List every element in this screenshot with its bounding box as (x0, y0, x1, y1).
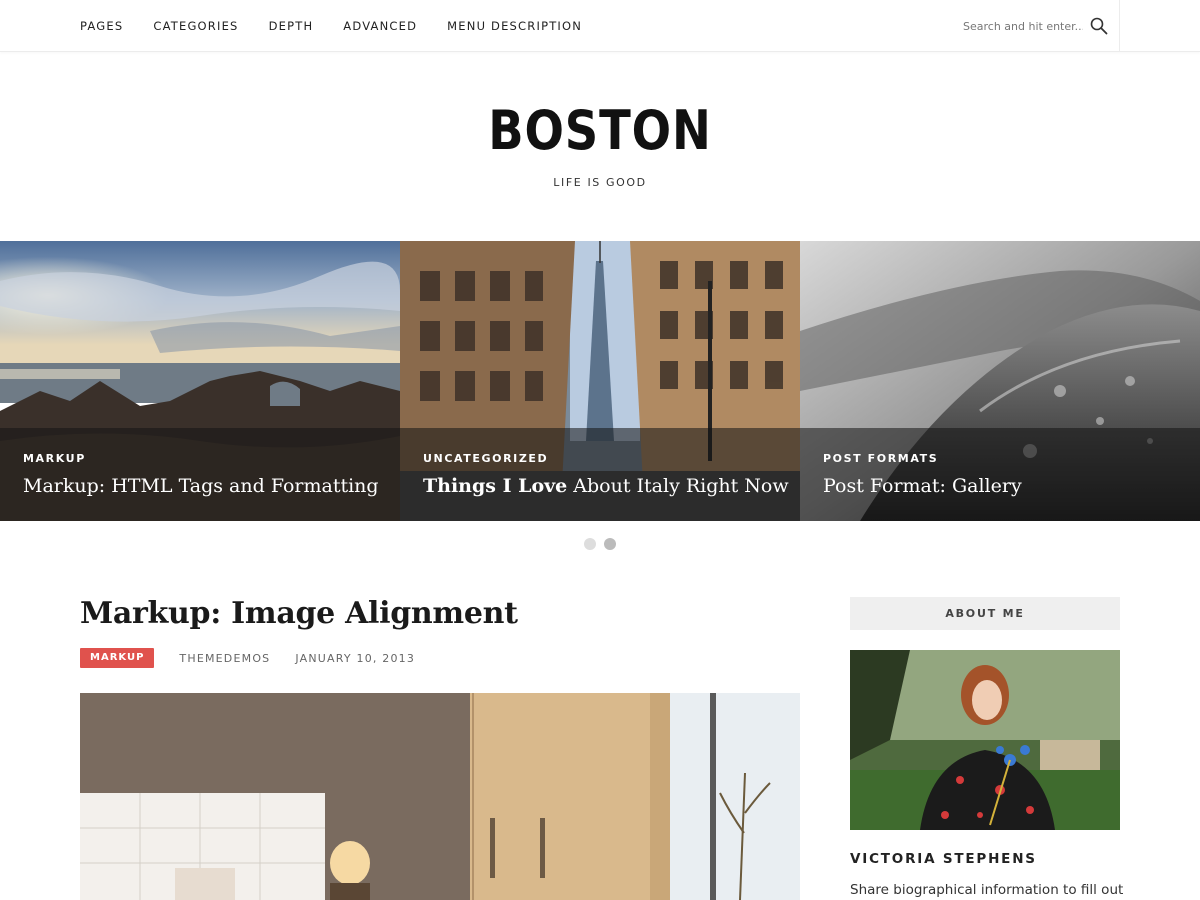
slide-title-text: Markup: HTML Tags and Formatting (23, 475, 379, 497)
menu-item-pages[interactable]: Pages (80, 19, 123, 33)
slider-dot-1[interactable] (584, 538, 596, 550)
slide-title[interactable]: Things I Love About Italy Right Now (423, 475, 789, 497)
top-navigation-bar: Pages Categories Depth Advanced Menu Des… (0, 0, 1200, 52)
slide-category[interactable]: Uncategorized (423, 452, 548, 465)
about-me-name: Victoria Stephens (850, 851, 1037, 867)
bedroom-image (80, 693, 800, 900)
search-form (963, 0, 1120, 52)
post-featured-image[interactable] (80, 693, 800, 900)
menu-item-advanced[interactable]: Advanced (343, 19, 417, 33)
portrait-image (850, 650, 1120, 830)
widget-title-about-me: About Me (850, 597, 1120, 630)
site-tagline: Life is Good (553, 176, 647, 189)
about-me-bio: Share biographical information to fill o… (850, 882, 1124, 898)
slider-pagination (584, 538, 616, 550)
site-title[interactable]: BOSTON (488, 98, 712, 164)
slider-dot-2[interactable] (604, 538, 616, 550)
search-icon[interactable] (1090, 17, 1108, 35)
slide-post-formats[interactable]: Post Formats Post Format: Gallery (800, 241, 1200, 521)
post-title[interactable]: Markup: Image Alignment (80, 596, 518, 631)
primary-menu: Pages Categories Depth Advanced Menu Des… (80, 0, 582, 52)
slide-category[interactable]: Post Formats (823, 452, 938, 465)
about-me-photo (850, 650, 1120, 830)
slide-title[interactable]: Post Format: Gallery (823, 475, 1022, 497)
menu-item-depth[interactable]: Depth (269, 19, 314, 33)
site-branding: BOSTON Life is Good (0, 98, 1200, 189)
slide-title-text: About Italy Right Now (567, 475, 789, 497)
slide-category[interactable]: Markup (23, 452, 86, 465)
featured-slider: Markup Markup: HTML Tags and Formatting … (0, 241, 1200, 521)
slide-title[interactable]: Markup: HTML Tags and Formatting (23, 475, 379, 497)
slide-title-bold: Things I Love (423, 475, 568, 497)
post-category-badge[interactable]: Markup (80, 648, 155, 668)
slide-title-text: Post Format: Gallery (823, 475, 1022, 497)
search-input[interactable] (963, 16, 1083, 36)
post-date: January 10, 2013 (295, 651, 416, 665)
menu-item-menu-description[interactable]: Menu Description (447, 19, 582, 33)
slide-uncategorized[interactable]: Uncategorized Things I Love About Italy … (400, 241, 800, 521)
slide-markup[interactable]: Markup Markup: HTML Tags and Formatting (0, 241, 400, 521)
menu-item-categories[interactable]: Categories (153, 19, 238, 33)
post-meta: Markup themedemos January 10, 2013 (80, 648, 415, 668)
post-author[interactable]: themedemos (179, 652, 270, 665)
